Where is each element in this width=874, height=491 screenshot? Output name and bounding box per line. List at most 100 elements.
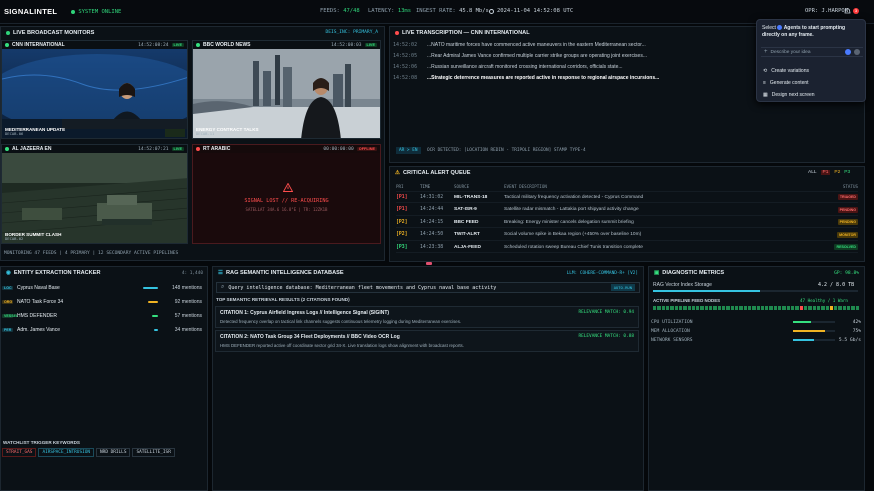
results-heading: TOP SEMANTIC RETRIEVAL RESULTS (2 CITATI… [216,297,350,302]
feed-rt-arabic[interactable]: RT ARABIC 00:00:00:00 OFFLINE SIGNAL LOST … [192,144,381,244]
feed-cnn[interactable]: CNN INTERNATIONAL 14:52:08:24 LIVE MEDITER… [1,40,188,139]
storage-bar [653,290,858,292]
pipeline-node [752,306,756,310]
sync-label: DEIS_INC: PRIMARY_A [325,30,378,35]
pipeline-node [726,306,730,310]
pipeline-node [739,306,743,310]
entity-type-tag: LOC [2,286,13,290]
keyword-chip[interactable]: NRD DRILLS [96,448,131,457]
gpu-label: GP: 98.8% [834,271,859,276]
keyword-chip[interactable]: STRAIT_GAS [2,448,37,457]
feed-aljazeera[interactable]: AL JAZEERA EN 14:52:07:21 LIVE BORDER SUMM… [1,144,188,244]
filter-p1[interactable]: P1 [820,170,831,175]
filter-p2[interactable]: P2 [834,170,840,175]
pipeline-node [734,306,739,310]
pipeline-node [799,306,803,310]
pipeline-node [730,306,734,310]
pipes-value: 47 Healthy / 1 Warn [800,298,848,303]
pipeline-node [696,306,700,310]
cnn-video-frame [2,49,187,138]
alert-row[interactable]: [P2] 14:24:15 BBC FEED Breaking: Energy min… [396,217,858,228]
operator-label: OPR: J.HARPON [805,8,849,14]
watchlist-keywords: STRAIT_GAS AIRSPACE_INTRUSION NRD DRILLS… [2,448,175,457]
idea-input[interactable]: + Describe your idea [761,47,863,57]
pipeline-node [782,306,786,310]
resize-handle[interactable] [426,262,432,265]
generate-content-item[interactable]: ≡ Generate content [763,80,809,86]
status-badge: PENDING [837,206,858,213]
pipeline-node [661,306,665,310]
pipeline-node [709,306,713,310]
filter-p3[interactable]: P3 [844,170,850,175]
feed-bbc[interactable]: BBC WORLD NEWS 14:52:08:03 LIVE ENERGY CON… [192,40,381,139]
pipeline-node [851,306,855,310]
pipeline-node [722,306,726,310]
pipeline-node [838,306,842,310]
transcript-line-current: 14:52:08 ...Strategic deterrence measures… [393,75,660,81]
panel-title: ☰ RAG SEMANTIC INTELLIGENCE DATABASE [218,270,344,276]
bell-icon[interactable] [844,7,851,14]
gauge-icon: ▣ [654,270,660,276]
live-dot-icon [5,43,9,47]
status-dot-icon [71,9,76,14]
aljazeera-video-frame [2,153,187,243]
citation-card[interactable]: CITATION 1: Cyprus Airfield Ingress Logs… [215,306,639,328]
pipeline-node [700,306,704,310]
database-icon: ☰ [218,270,224,276]
offline-dot-icon [196,147,200,151]
metric-bar [793,330,835,332]
entity-row[interactable]: LOC Cyprus Naval Base 148 mentions [2,283,208,293]
alert-row[interactable]: [P1] 14:24:44 SAT-ISR-9 Satellite radar mis… [396,205,858,216]
warning-icon [282,182,294,194]
send-icon[interactable] [854,49,860,55]
pipeline-node [678,306,683,310]
entity-row[interactable]: PER Adm. James Vance 34 mentions [2,325,208,335]
storage-label: RAG Vector Index Storage [653,282,712,288]
generate-icon: ≡ [763,80,766,86]
bbc-video-frame [193,49,380,138]
panel-title: ▣ DIAGNOSTIC METRICS [654,270,725,276]
entity-row[interactable]: VESSEL HMS DEFENDER 57 mentions [2,311,208,321]
variations-icon: ⟲ [763,68,768,74]
autorun-button[interactable]: AUTO-RUN [610,284,635,291]
alert-triangle-icon: ⚠ [395,170,401,176]
monitors-footer: MONITORING 47 FEEDS | 4 PRIMARY | 12 SEC… [4,251,179,256]
mention-bar [142,287,158,289]
ingest-metric: INGEST RATE: 45.8 Mb/s [416,8,489,14]
signal-lost-text: SIGNAL LOST // RE-ACQUIRING [244,198,329,204]
filter-all[interactable]: ALL [808,170,817,175]
transcript-line: 14:52:06 ...Russian surveillance aircraft… [393,64,623,70]
keyword-chip[interactable]: AIRSPACE_INTRUSION [38,448,95,457]
system-status: SYSTEM ONLINE [71,9,121,15]
pipeline-node [773,306,778,310]
design-next-screen-item[interactable]: ▦ Design next screen [763,92,815,98]
status-badge: TRIAGED [837,194,858,200]
pipeline-node [816,306,821,310]
alert-row[interactable]: [P2] 14:24:50 TWIT-ALRT Social volume spike… [396,230,858,241]
rag-query-input[interactable]: ⌕ Query intelligence database: Mediterra… [216,282,640,293]
metric-row: MEM ALLOCATION 75% [651,329,861,334]
pipeline-node [834,306,838,310]
pipeline-node [760,306,765,310]
mic-icon[interactable] [845,49,851,55]
entity-row[interactable]: ORG NATO Task Force 34 92 mentions [2,297,208,307]
entity-type-tag: PER [2,328,13,332]
panel-title: ◉ ENTITY EXTRACTION TRACKER [6,270,101,276]
alert-row[interactable]: [P1] 14:31:02 MIL-TRANS-18 Tactical militar… [396,192,858,203]
keyword-chip[interactable]: SATELLITE_ISR [132,448,175,457]
citation-card[interactable]: CITATION 2: NATO Task Group 34 Fleet Dep… [215,330,639,352]
popup-hint: Select Agents to start prompting directl… [762,25,846,38]
pipeline-node [808,306,812,310]
create-variations-item[interactable]: ⟲ Create variations [763,68,809,74]
pipeline-node-grid [653,306,859,310]
transcript-line: 14:52:02 ...NATO maritime forces have com… [393,42,646,48]
pipeline-node [795,306,799,310]
mention-bar [154,329,158,331]
model-label: LLM: COHERE-COMMAND-R+ [V2] [566,271,638,276]
translation-chip[interactable]: AR > EN [396,147,421,154]
status-badge: RESOLVED [834,244,858,250]
pipeline-node [683,306,687,310]
design-icon: ▦ [763,92,768,98]
alert-row[interactable]: [P3] 14:23:38 ALJA-FEED Scheduled rotation … [396,242,858,253]
pipeline-node [812,306,816,310]
